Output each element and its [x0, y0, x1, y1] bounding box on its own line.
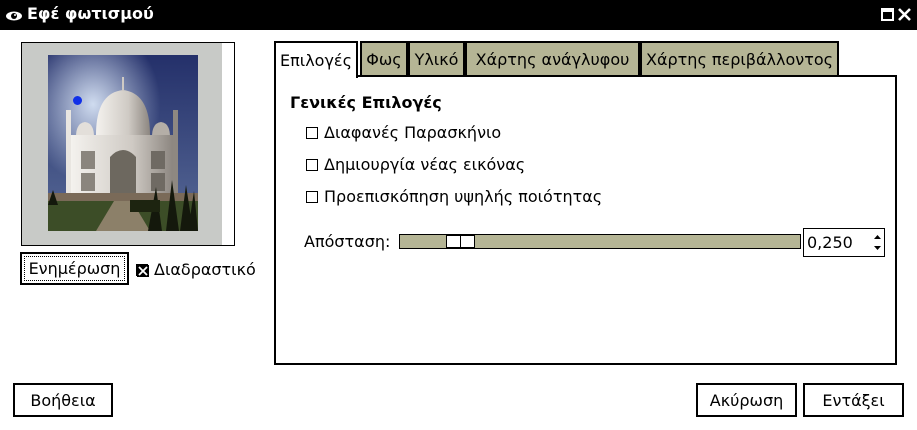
light-source-marker[interactable] — [73, 96, 82, 105]
maximize-icon[interactable] — [881, 8, 894, 21]
distance-label: Απόσταση: — [304, 232, 391, 251]
tab-light[interactable]: Φως — [360, 41, 408, 76]
cancel-button[interactable]: Ακύρωση — [696, 383, 797, 417]
preview-image — [48, 55, 198, 231]
checkbox-unchecked-icon[interactable] — [306, 126, 318, 139]
transparent-background-label: Διαφανές Παρασκήνιο — [324, 123, 502, 142]
help-button[interactable]: Βοήθεια — [13, 383, 113, 417]
high-quality-preview-option[interactable]: Προεπισκόπηση υψηλής ποιότητας — [306, 187, 602, 206]
ok-button[interactable]: Εντάξει — [803, 383, 904, 417]
tab-bump-map[interactable]: Χάρτης ανάγλυφου — [465, 41, 640, 76]
create-new-image-option[interactable]: Δημιουργία νέας εικόνας — [306, 155, 525, 174]
create-new-image-label: Δημιουργία νέας εικόνας — [324, 155, 526, 174]
checkbox-unchecked-icon[interactable] — [306, 190, 318, 203]
slider-grip — [460, 235, 461, 248]
options-panel: Γενικές Επιλογές Διαφανές Παρασκήνιο Δημ… — [274, 75, 897, 365]
interactive-checkbox[interactable]: Διαδραστικό — [136, 260, 256, 279]
checkbox-checked-icon[interactable] — [136, 263, 149, 277]
general-options-title: Γενικές Επιλογές — [290, 93, 442, 112]
distance-slider[interactable] — [399, 234, 801, 249]
tab-material[interactable]: Υλικό — [408, 41, 465, 76]
update-button[interactable]: Ενημέρωση — [20, 252, 129, 285]
focus-ring — [24, 256, 125, 281]
preview-area[interactable] — [21, 42, 235, 246]
transparent-background-option[interactable]: Διαφανές Παρασκήνιο — [306, 123, 501, 142]
close-icon[interactable] — [898, 8, 911, 21]
tab-options[interactable]: Επιλογές — [274, 41, 358, 78]
app-eye-icon — [5, 7, 23, 21]
window-title: Εφέ φωτισμού — [27, 4, 154, 23]
distance-spinbox[interactable]: 0,250 — [803, 228, 885, 257]
distance-value: 0,250 — [807, 233, 853, 252]
spinner-arrows-icon[interactable] — [873, 233, 882, 252]
checkbox-unchecked-icon[interactable] — [306, 158, 318, 171]
slider-handle[interactable] — [446, 235, 475, 248]
tab-environment-map[interactable]: Χάρτης περιβάλλοντος — [640, 41, 839, 76]
title-bar[interactable]: Εφέ φωτισμού — [0, 0, 917, 30]
high-quality-preview-label: Προεπισκόπηση υψηλής ποιότητας — [324, 187, 603, 206]
interactive-label: Διαδραστικό — [154, 260, 256, 279]
